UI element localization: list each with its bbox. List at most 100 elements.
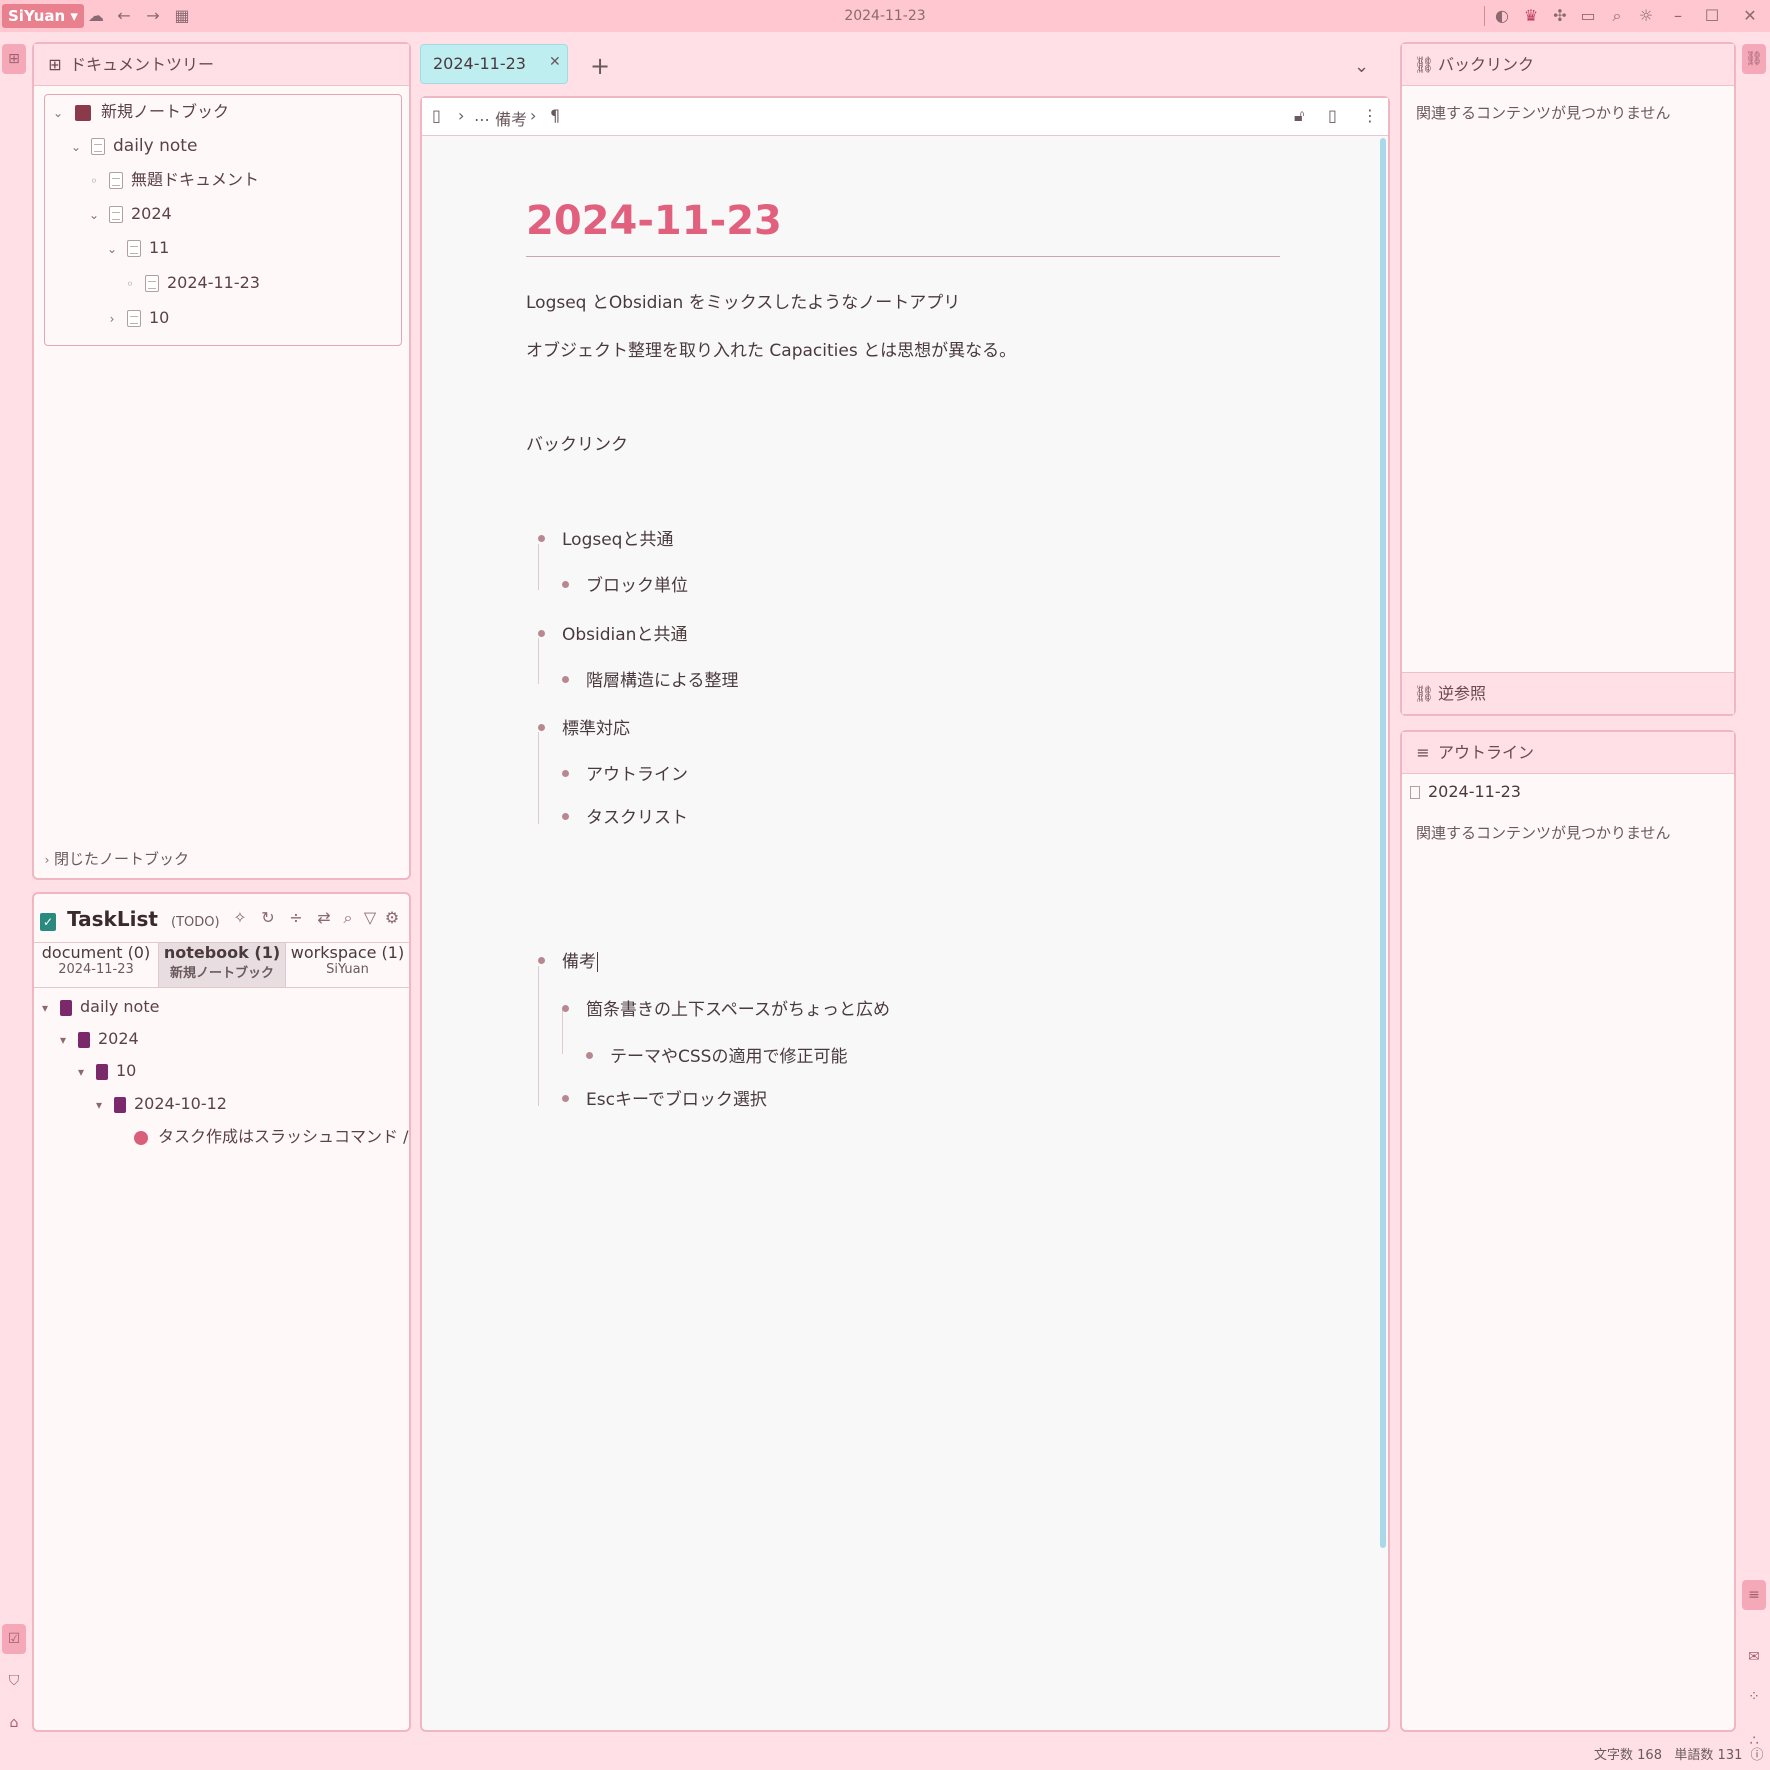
tab-list-chevron-icon[interactable]: ⌄	[1354, 56, 1369, 77]
search-icon[interactable]: ⌕	[338, 908, 358, 928]
task-tree-daily-note[interactable]: ▾ daily note	[38, 992, 159, 1022]
list-item[interactable]: 階層構造による整理	[562, 666, 739, 691]
task-item[interactable]: タスク作成はスラッシュコマンド /task #T...	[134, 1122, 409, 1152]
chevron-right-icon[interactable]: ›	[105, 304, 119, 334]
graph-dock-icon[interactable]: ⁘	[1742, 1682, 1766, 1712]
tab-document[interactable]: document (0) 2024-11-23	[34, 943, 158, 987]
caret-down-icon[interactable]: ▾	[74, 1057, 88, 1087]
tree-label: 無題ドキュメント	[131, 170, 260, 189]
tasklist-dock-icon[interactable]: ☑	[2, 1624, 26, 1654]
caret-down-icon[interactable]: ▾	[92, 1090, 106, 1120]
help-icon[interactable]: ⓘ	[1751, 1748, 1764, 1763]
document-icon	[109, 172, 123, 189]
forward-icon[interactable]: →	[143, 6, 163, 26]
tree-item-11[interactable]: ⌄ 11	[105, 233, 169, 263]
tree-item-untitled[interactable]: ◦ 無題ドキュメント	[87, 165, 259, 195]
chevron-down-icon[interactable]: ⌄	[87, 200, 101, 230]
list-item[interactable]: Escキーでブロック選択	[562, 1085, 767, 1110]
backlink-dock-icon[interactable]: ⛓	[1742, 44, 1766, 74]
new-tab-icon[interactable]: +	[590, 52, 610, 80]
tree-item-daily-note[interactable]: ⌄ daily note	[69, 131, 197, 161]
status-bar: 文字数 168 単語数 131 ⓘ	[1594, 1744, 1764, 1763]
document-icon[interactable]: ▯	[432, 106, 441, 125]
list-item[interactable]: アウトライン	[562, 760, 688, 785]
tree-notebook[interactable]: ⌄ 新規ノートブック	[51, 97, 229, 127]
document-icon	[91, 137, 105, 155]
outline-dock-icon[interactable]: ≡	[1742, 1580, 1766, 1610]
task-tree-2024-10-12[interactable]: ▾ 2024-10-12	[92, 1089, 227, 1119]
list-item[interactable]: Logseqと共通	[537, 525, 673, 550]
settings-gear-icon[interactable]: ⚙	[382, 908, 402, 928]
scrollbar[interactable]	[1380, 138, 1386, 1548]
chevron-down-icon[interactable]: ⌄	[51, 98, 65, 128]
theme-toggle-icon[interactable]: ☼	[1636, 6, 1656, 26]
tab-2024-11-23[interactable]: 2024-11-23 ✕	[420, 44, 568, 84]
document-icon	[127, 310, 141, 327]
paragraph[interactable]: オブジェクト整理を取り入れた Capacities とは思想が異なる。	[526, 336, 1016, 361]
refresh-icon[interactable]: ↻	[258, 908, 278, 928]
tree-item-2024-11-23[interactable]: ◦ 2024-11-23	[123, 268, 260, 298]
close-window-icon[interactable]: ✕	[1740, 6, 1760, 26]
breadcrumb-item[interactable]: ⋯ 備考	[474, 106, 527, 130]
document-icon	[114, 1096, 126, 1113]
document-icon[interactable]: ▯	[1328, 106, 1337, 125]
mentions-header[interactable]: ⛓ 逆参照	[1402, 672, 1734, 714]
indent-guide	[562, 1008, 563, 1054]
chevron-right-icon[interactable]: ›	[40, 845, 54, 875]
list-item[interactable]: 備考	[538, 947, 598, 972]
list-item[interactable]: 箇条書きの上下スペースがちょっと広め	[562, 995, 890, 1020]
tab-workspace[interactable]: workspace (1) SiYuan	[286, 943, 409, 987]
file-tree-dock-icon[interactable]: ⊞	[2, 44, 26, 74]
lock-icon[interactable]: 🔓︎	[1294, 106, 1304, 126]
filter-icon[interactable]: ▽	[360, 908, 380, 928]
appearance-icon[interactable]: ◐	[1492, 6, 1512, 26]
task-tree-10[interactable]: ▾ 10	[74, 1056, 136, 1086]
crown-icon[interactable]: ♛	[1521, 6, 1541, 26]
app-menu-button[interactable]: SiYuan ▾	[2, 4, 84, 28]
tree-item-2024[interactable]: ⌄ 2024	[87, 199, 172, 229]
more-menu-icon[interactable]: ⋮	[1362, 106, 1378, 125]
tab-notebook[interactable]: notebook (1) 新規ノートブック	[158, 943, 286, 987]
list-item[interactable]: テーマやCSSの適用で修正可能	[585, 1042, 847, 1067]
task-tree-2024[interactable]: ▾ 2024	[56, 1024, 139, 1054]
tree-item-10[interactable]: › 10	[105, 303, 169, 333]
tab-label: document (0)	[41, 943, 151, 962]
paragraph[interactable]: Logseq とObsidian をミックスしたようなノートアプリ	[526, 288, 960, 313]
list-item[interactable]: Obsidianと共通	[537, 620, 687, 645]
chevron-down-icon[interactable]: ⌄	[105, 234, 119, 264]
collapse-icon[interactable]: ÷	[286, 908, 306, 928]
plugin-icon[interactable]: ✣	[1550, 6, 1570, 26]
left-dock: ⊞ ☑ ⛉ ⌂ ⊡	[0, 32, 28, 1742]
outline-doc[interactable]: 2024-11-23	[1410, 782, 1521, 801]
sync-icon[interactable]: ☁	[86, 6, 106, 26]
tree-label: daily note	[113, 136, 198, 156]
sparkle-icon[interactable]: ✧	[230, 908, 250, 928]
breadcrumb-paragraph[interactable]: ¶	[550, 106, 560, 125]
back-icon[interactable]: ←	[114, 6, 134, 26]
minimize-icon[interactable]: –	[1668, 6, 1688, 26]
document-icon	[78, 1031, 90, 1048]
inbox-dock-icon[interactable]: ✉	[1742, 1642, 1766, 1672]
tree-label: 2024-11-23	[167, 273, 260, 292]
search-icon[interactable]: ⌕	[1607, 6, 1627, 26]
chevron-down-icon[interactable]: ⌄	[69, 132, 83, 162]
tag-dock-icon[interactable]: ⌂	[2, 1708, 26, 1738]
list-item[interactable]: 標準対応	[538, 714, 630, 739]
bookmark-dock-icon[interactable]: ⛉	[2, 1666, 26, 1696]
caret-down-icon[interactable]: ▾	[38, 993, 52, 1023]
tasklist-panel: ✓ TaskList (TODO) ✧ ↻ ÷ ⇄ ⌕ ▽ ⚙ document…	[32, 892, 411, 1732]
list-item[interactable]: タスクリスト	[562, 803, 688, 828]
paragraph[interactable]: バックリンク	[526, 430, 628, 455]
calendar-icon[interactable]: ▦	[172, 6, 192, 26]
editor-panel[interactable]: ▯ › ⋯ 備考 › ¶ 🔓︎ ▯ ⋮ 2024-11-23 Logseq とO…	[420, 96, 1390, 1732]
close-tab-icon[interactable]: ✕	[549, 54, 561, 70]
maximize-icon[interactable]: ☐	[1702, 6, 1722, 26]
tree-label: 11	[149, 238, 170, 257]
list-item[interactable]: ブロック単位	[562, 571, 688, 596]
caret-down-icon[interactable]: ▾	[56, 1025, 70, 1055]
doc-tree-panel: ⊞ ドキュメントツリー ⌄ 新規ノートブック ⌄ daily note ◦ 無題ドキュメ…	[32, 42, 411, 880]
terminal-icon[interactable]: ▭	[1578, 6, 1598, 26]
document-title[interactable]: 2024-11-23	[526, 198, 782, 244]
closed-notebooks[interactable]: › 閉じたノートブック	[40, 844, 189, 874]
swap-icon[interactable]: ⇄	[314, 908, 334, 928]
